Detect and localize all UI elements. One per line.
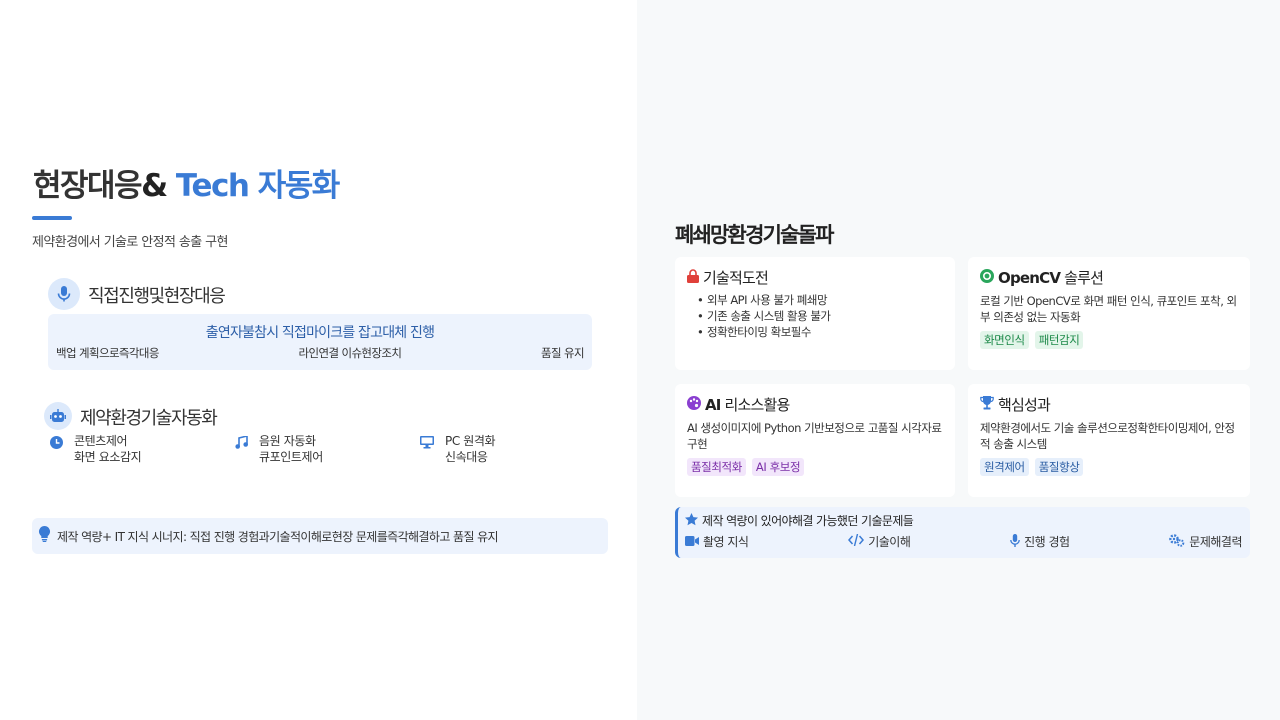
title-accent-bar: [32, 216, 72, 220]
card-title: 솔루션: [1060, 269, 1104, 287]
lightbulb-icon: [38, 525, 51, 546]
music-note-icon: [233, 434, 249, 450]
list-item: 기존 송출 시스템 활용 불가: [697, 308, 943, 324]
tag: 품질향상: [1034, 458, 1084, 476]
clock-icon: [48, 434, 64, 450]
card-title: 핵심성과: [998, 396, 1051, 414]
card-title-bold: AI: [705, 396, 721, 414]
bottom-item: 진행 경험: [1010, 533, 1070, 550]
bottom-title: 제작 역량이 있어야해결 가능했던 기술문제들: [702, 514, 914, 528]
robot-icon: [44, 402, 72, 430]
card-title: 기술적도전: [703, 269, 769, 287]
title-tech: Tech: [175, 168, 250, 204]
synergy-box: 제작 역량+ IT 지식 시너지: 직접 진행 경험과기술적이해로현장 문제를즉…: [32, 518, 608, 554]
bottom-item-label: 촬영 지식: [703, 535, 749, 549]
live-main-text: 출연자불참시 직접마이크를 잡고대체 진행: [205, 325, 435, 341]
card-body: 제약환경에서도 기술 솔루션으로정확한타이밍제어, 안정적 송출 시스템: [980, 421, 1235, 451]
microphone-icon: [1010, 533, 1020, 550]
check-circle-icon: [980, 268, 994, 287]
card-body: 로컬 기반 OpenCV로 화면 패턴 인식, 큐포인트 포착, 외부 의존성 …: [980, 294, 1237, 324]
trophy-icon: [980, 395, 994, 414]
auto-item-line1: 음원 자동화: [259, 434, 316, 448]
video-camera-icon: [685, 535, 699, 549]
live-section-title: 직접진행및현장대응: [88, 286, 226, 307]
card-title-bold: OpenCV: [998, 269, 1061, 287]
bottom-item: 문제해결력: [1169, 533, 1242, 550]
list-item: 정확한타이밍 확보필수: [697, 324, 943, 340]
title-part-field: 현장대응: [33, 168, 143, 204]
card-opencv: OpenCV 솔루션 로컬 기반 OpenCV로 화면 패턴 인식, 큐포인트 …: [968, 257, 1250, 370]
bottom-item-label: 기술이해: [868, 535, 911, 549]
auto-item-content: 콘텐츠제어화면 요소감지: [48, 433, 142, 465]
title-ampersand: &: [141, 168, 176, 204]
auto-item-line2: 화면 요소감지: [74, 450, 142, 464]
tag: 품질최적화: [687, 458, 746, 476]
auto-item-line2: 신속대응: [445, 450, 488, 464]
live-item: 라인연결 이슈현장조치: [298, 346, 402, 360]
auto-item-line1: PC 원격화: [445, 434, 496, 448]
card-title: 리소스활용: [720, 396, 791, 414]
left-panel: 현장대응& Tech 자동화 제약환경에서 기술로 안정적 송출 구현 직접진행…: [0, 0, 637, 720]
auto-item-pc: PC 원격화신속대응: [419, 433, 496, 465]
star-icon: [685, 512, 698, 529]
page-subtitle: 제약환경에서 기술로 안정적 송출 구현: [32, 235, 228, 250]
bottom-item-label: 문제해결력: [1189, 535, 1242, 549]
card-body: AI 생성이미지에 Python 기반보정으로 고품질 시각자료 구현: [687, 421, 942, 451]
auto-item-line1: 콘텐츠제어: [74, 434, 128, 448]
card-ai: AI 리소스활용 AI 생성이미지에 Python 기반보정으로 고품질 시각자…: [675, 384, 955, 497]
code-icon: [848, 533, 865, 549]
monitor-icon: [419, 434, 435, 450]
tag: 화면인식: [980, 331, 1029, 349]
gears-icon: [1169, 533, 1185, 550]
tag: 패턴감지: [1034, 331, 1084, 349]
title-automation: 자동화: [248, 168, 341, 204]
challenge-list: 외부 API 사용 불가 폐쇄망 기존 송출 시스템 활용 불가 정확한타이밍 …: [687, 292, 943, 340]
right-title: 폐쇄망환경기술돌파: [675, 223, 834, 247]
auto-item-music: 음원 자동화큐포인트제어: [233, 433, 323, 465]
bottom-item: 기술이해: [848, 533, 911, 550]
palette-icon: [687, 395, 701, 414]
synergy-text: 제작 역량+ IT 지식 시너지: 직접 진행 경험과기술적이해로현장 문제를즉…: [57, 529, 499, 544]
tag: 원격제어: [980, 458, 1029, 476]
card-result: 핵심성과 제약환경에서도 기술 솔루션으로정확한타이밍제어, 안정적 송출 시스…: [968, 384, 1250, 497]
auto-section-title: 제약환경기술자동화: [80, 408, 218, 429]
list-item: 외부 API 사용 불가 폐쇄망: [697, 292, 943, 308]
bottom-summary-box: 제작 역량이 있어야해결 가능했던 기술문제들 촬영 지식 기술이해 진행 경험…: [675, 507, 1250, 558]
bottom-item-label: 진행 경험: [1024, 535, 1070, 549]
live-item: 백업 계획으로즉각대응: [56, 346, 159, 360]
auto-item-line2: 큐포인트제어: [259, 450, 323, 464]
page-title: 현장대응& Tech 자동화: [33, 160, 341, 205]
bottom-item: 촬영 지식: [685, 533, 749, 550]
microphone-icon: [48, 278, 80, 310]
live-items: 백업 계획으로즉각대응 라인연결 이슈현장조치 품질 유지: [56, 345, 585, 361]
tag: AI 후보정: [751, 458, 805, 476]
live-item: 품질 유지: [541, 346, 585, 360]
card-challenge: 기술적도전 외부 API 사용 불가 폐쇄망 기존 송출 시스템 활용 불가 정…: [675, 257, 955, 370]
lock-icon: [687, 268, 699, 287]
live-section-box: 출연자불참시 직접마이크를 잡고대체 진행 백업 계획으로즉각대응 라인연결 이…: [48, 314, 592, 370]
